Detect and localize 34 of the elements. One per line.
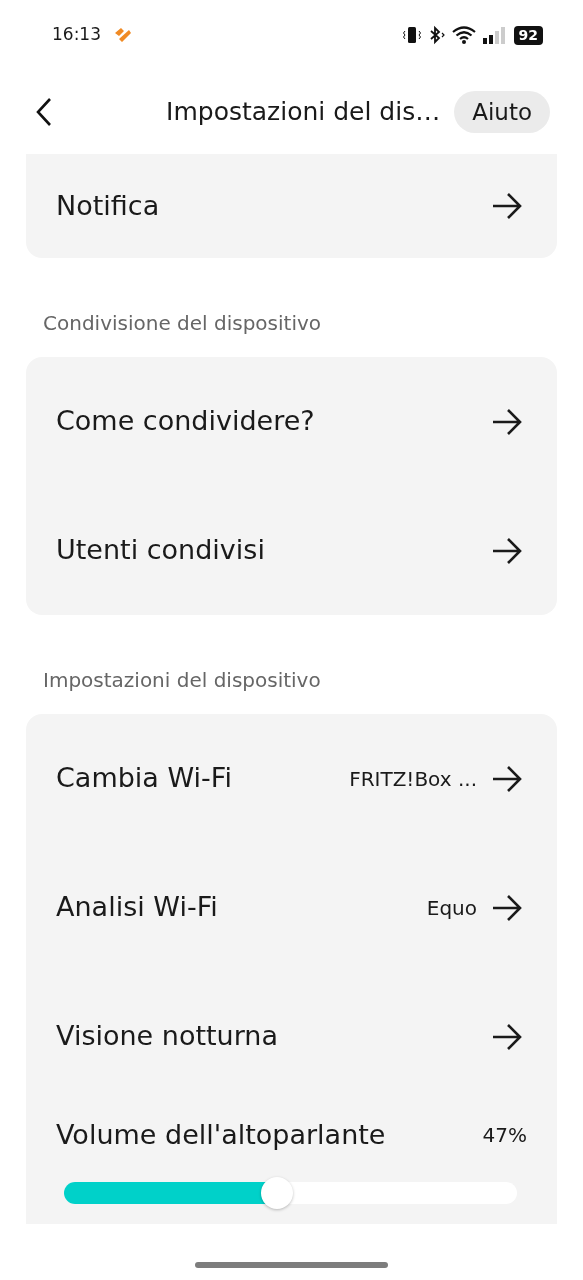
row-label: Notifica [56,188,161,223]
row-value: FRITZ!Box ... [349,765,477,793]
settings-row[interactable]: Come condividere? [26,357,557,486]
row-label: Utenti condivisi [56,533,266,568]
arrow-icon [491,192,523,220]
settings-row[interactable]: Cambia Wi-Fi FRITZ!Box ... [26,714,557,843]
signal-icon [481,25,506,45]
section-header: Condivisione del dispositivo [43,310,323,337]
slider-thumb[interactable] [260,1176,293,1209]
arrow-icon [491,407,523,436]
row-label: Visione notturna [56,1019,279,1054]
row-label: Analisi Wi-Fi [56,890,219,925]
arrow-icon [491,893,523,922]
settings-row[interactable]: Visione notturna [26,972,557,1101]
arrow-icon [491,1022,523,1051]
battery-indicator: 92 [513,25,543,45]
settings-row[interactable]: Analisi Wi-Fi Equo [26,843,557,972]
row-value: Equo [426,894,477,922]
back-icon[interactable] [34,97,54,127]
settings-row[interactable]: Utenti condivisi [26,486,557,615]
arrow-icon [491,536,523,565]
status-time: 16:13 [52,23,101,47]
row-label: Volume dell'altoparlante [56,1118,386,1152]
settings-row[interactable]: Notifica [26,154,557,258]
app-notification-icon [113,27,133,43]
row-label: Come condividere? [56,404,316,439]
wifi-icon [451,25,478,45]
help-button[interactable]: Aiuto [454,91,550,133]
page-title: Impostazioni del dis… [166,96,441,129]
arrow-icon [491,764,523,793]
section-header: Impostazioni del dispositivo [43,667,322,694]
vibrate-icon [401,25,422,45]
volume-reading: 47% [482,1122,527,1150]
row-label: Cambia Wi-Fi [56,761,233,796]
